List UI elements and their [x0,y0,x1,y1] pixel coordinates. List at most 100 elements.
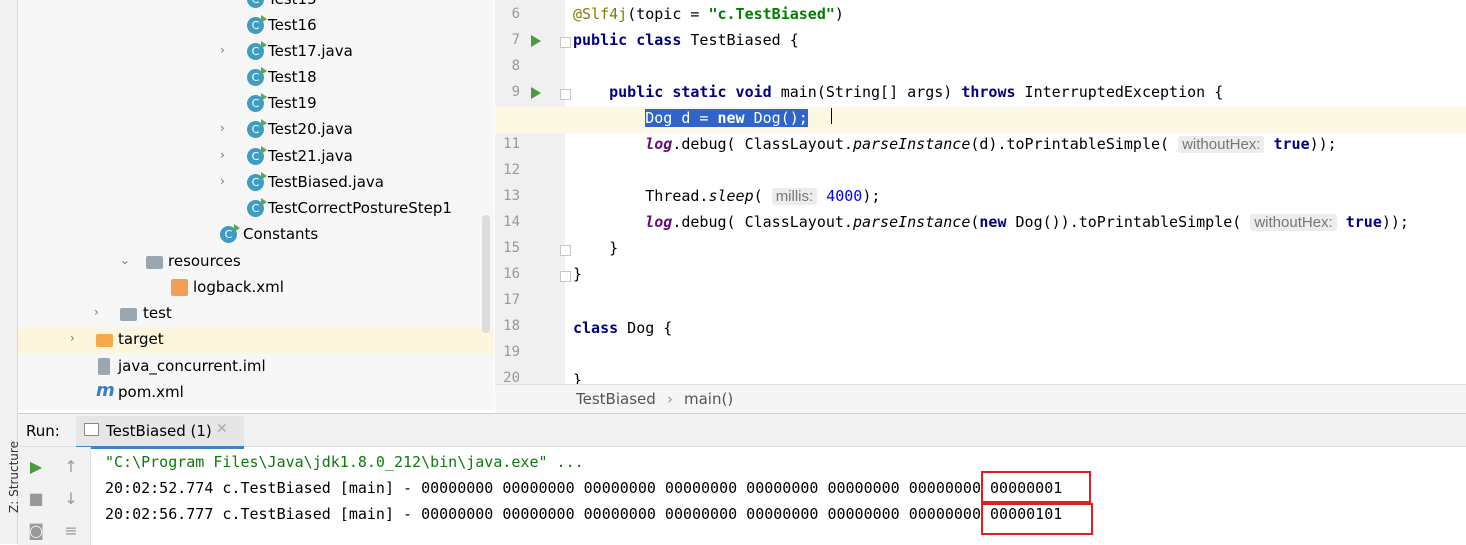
line-number: 16 [503,266,520,282]
line-number: 15 [503,240,520,256]
fold-icon[interactable] [560,89,571,100]
arrow-up-icon[interactable]: ↑ [61,457,81,476]
tree-item-label: test [143,304,172,322]
chevron-right-icon[interactable]: › [220,174,232,188]
line-number: 18 [503,318,520,334]
close-icon[interactable]: ✕ [216,421,228,437]
left-tool-strip: Z: Structure [0,0,21,544]
module-file-icon [98,358,110,375]
tree-item[interactable]: m pom.xml [18,380,494,406]
line-number: 20 [503,370,520,384]
tree-item[interactable]: › C Test17.java [18,39,494,65]
run-panel-header: Run: TestBiased (1) ✕ [18,414,1466,449]
chevron-down-icon[interactable]: ⌄ [120,253,132,267]
console-output-line: 20:02:52.774 c.TestBiased [main] - 00000… [105,479,1063,497]
breadcrumb-method[interactable]: main() [684,390,733,408]
selected-text: Dog d = new Dog(); [645,109,808,127]
java-class-icon: C [247,119,267,138]
tree-item[interactable]: C Test18 [18,65,494,91]
java-class-icon: C [247,15,267,34]
run-panel: Run: TestBiased (1) ✕ ▶ ↑ ■ ↓ ◙ ≡ "C:\Pr… [18,413,1466,545]
line-number: 6 [511,6,520,22]
code-line-7: public class TestBiased { [573,31,799,49]
tree-item[interactable]: C Test19 [18,91,494,117]
code-line-9: public static void main(String[] args) t… [609,83,1224,101]
code-line-20: } [573,371,583,384]
code-line-10: Dog d = new Dog(); [573,109,808,127]
code-line-18: class Dog { [573,319,673,337]
java-class-icon: C [247,0,264,8]
xml-file-icon [171,279,188,296]
java-class-icon: C [247,67,267,86]
code-line-13: Thread.sleep( millis: 4000); [645,187,881,205]
soft-wrap-icon[interactable]: ≡ [61,521,81,540]
run-gutter-icon[interactable] [531,35,541,47]
chevron-right-icon[interactable]: › [94,305,106,319]
project-tree: CTest15CTest16›CTest17.javaCTest18CTest1… [18,0,494,410]
text-cursor-icon [831,108,838,124]
line-number: 14 [503,214,520,230]
tree-item-label: Test18 [268,68,317,86]
run-label: Run: [26,422,60,440]
project-tree-scrollbar[interactable] [482,215,490,333]
tree-item-label: java_concurrent.iml [118,357,266,375]
editor-gutter: 67891011121314151617181920 [495,0,571,384]
tree-item[interactable]: logback.xml [18,275,494,301]
java-class-icon: C [247,198,267,217]
tree-item-label: logback.xml [193,278,284,296]
tree-item[interactable]: java_concurrent.iml [18,354,494,380]
chevron-right-icon[interactable]: › [220,121,232,135]
tree-item[interactable]: › test [18,301,494,327]
camera-icon[interactable]: ◙ [26,521,46,540]
run-toolbar: ▶ ↑ ■ ↓ ◙ ≡ [18,447,91,545]
tree-item[interactable]: C Constants [18,222,494,248]
folder-icon [96,334,113,347]
fold-icon[interactable] [560,271,571,282]
java-class-icon: C [247,172,267,191]
code-line-6: @Slf4j(topic = "c.TestBiased") [573,5,844,23]
rerun-icon[interactable]: ▶ [26,457,46,476]
maven-icon: m [96,380,115,401]
highlight-box [981,471,1091,503]
stop-icon[interactable]: ■ [26,489,46,508]
tree-item[interactable]: C Test16 [18,13,494,39]
console-output-line: 20:02:56.777 c.TestBiased [main] - 00000… [105,505,1063,523]
tree-item[interactable]: › target [18,327,494,353]
tree-item-label: resources [168,252,241,270]
tree-item-label: TestCorrectPostureStep1 [268,199,452,217]
chevron-right-icon[interactable]: › [220,148,232,162]
line-number: 11 [503,136,520,152]
line-number: 17 [503,292,520,308]
line-number: 9 [511,84,520,100]
run-gutter-icon[interactable] [531,87,541,99]
tree-item[interactable]: C Test15 [18,0,494,13]
code-line-14: log.debug( ClassLayout.parseInstance(new… [645,213,1409,231]
tree-item-label: target [118,330,164,348]
code-line-16: } [573,265,583,283]
chevron-right-icon[interactable]: › [70,331,82,345]
run-config-icon [84,423,99,436]
tree-item[interactable]: › C Test20.java [18,117,494,143]
run-tab[interactable]: TestBiased (1) ✕ [76,416,244,449]
line-number: 13 [503,188,520,204]
breadcrumb-class[interactable]: TestBiased [576,390,656,408]
arrow-down-icon[interactable]: ↓ [61,489,81,508]
tree-item[interactable]: › C Test21.java [18,144,494,170]
param-hint: withoutHex: [1250,214,1337,231]
line-number: 19 [503,344,520,360]
chevron-right-icon[interactable]: › [220,43,232,57]
java-class-icon: C [220,224,240,243]
fold-icon[interactable] [560,245,571,256]
param-hint: withoutHex: [1178,136,1265,153]
tree-item-label: Test19 [268,94,317,112]
breadcrumb-separator: › [667,390,673,408]
tree-item[interactable]: › C TestBiased.java [18,170,494,196]
fold-icon[interactable] [560,37,571,48]
tree-item[interactable]: ⌄ resources [18,249,494,275]
code-editor[interactable]: 67891011121314151617181920 @Slf4j(topic … [495,0,1466,384]
run-tab-label: TestBiased (1) [106,422,212,440]
code-line-11: log.debug( ClassLayout.parseInstance(d).… [645,135,1337,153]
breadcrumb: TestBiased › main() [495,384,1466,413]
console-command-line: "C:\Program Files\Java\jdk1.8.0_212\bin\… [105,453,584,471]
tree-item[interactable]: C TestCorrectPostureStep1 [18,196,494,222]
